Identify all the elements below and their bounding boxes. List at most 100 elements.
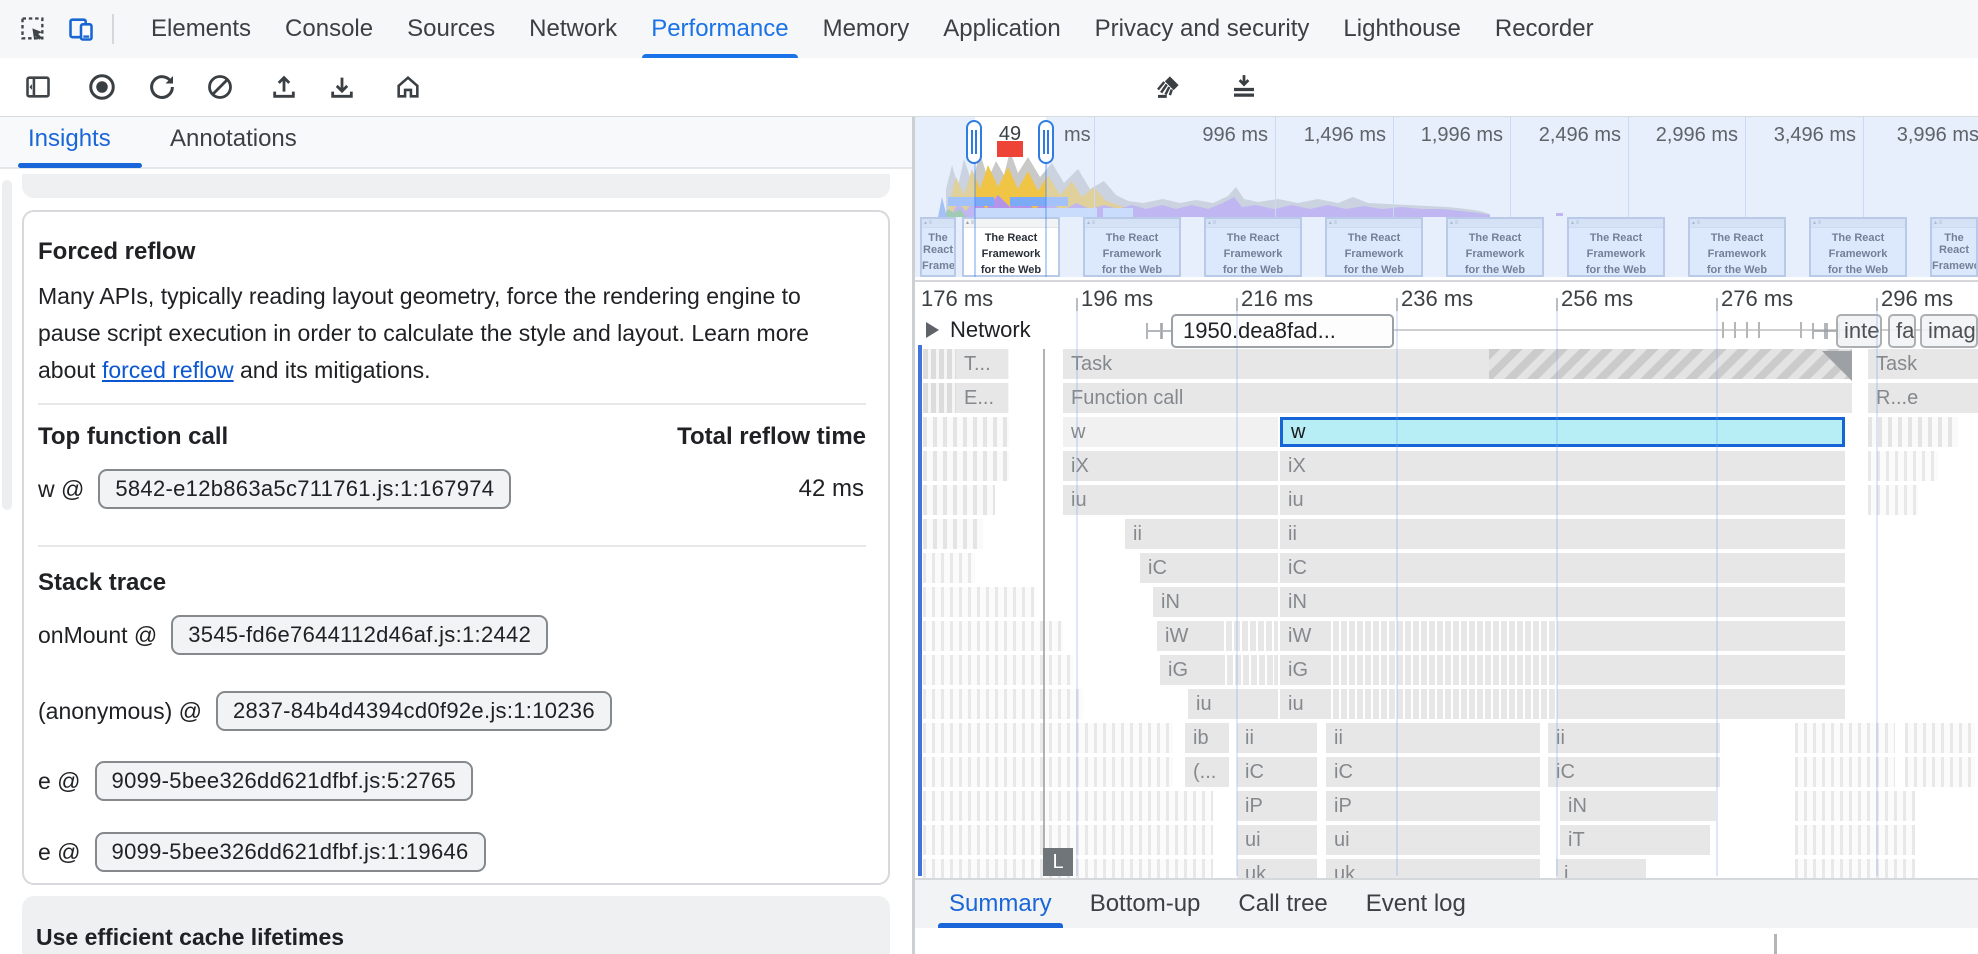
flame-entry[interactable]	[1795, 791, 1915, 821]
flame-entry-iX[interactable]: iX	[1280, 451, 1845, 481]
network-request-chip[interactable]: fa	[1888, 314, 1916, 348]
source-location-chip[interactable]: 3545-fd6e7644112d46af.js:1:2442	[171, 615, 548, 655]
source-location-chip[interactable]: 9099-5bee326dd621dfbf.js:5:2765	[95, 761, 474, 801]
flame-entry-iC[interactable]: iC	[1140, 553, 1278, 583]
download-profile-icon[interactable]	[326, 71, 358, 103]
flame-entry-iN[interactable]: iN	[1560, 791, 1716, 821]
flame-entry-iN[interactable]: iN	[1280, 587, 1845, 617]
flame-entry-T[interactable]: T...	[956, 349, 1008, 379]
network-request-chip[interactable]: 1950.dea8fad...	[1171, 314, 1394, 348]
flame-entry-w[interactable]: w	[1063, 417, 1278, 447]
flame-entry[interactable]	[923, 757, 1173, 787]
bottom-tab-summary[interactable]: Summary	[930, 880, 1071, 928]
filmstrip-thumbnail[interactable]: ▴ ≡The ReactFrameworkfor the Web	[1809, 217, 1907, 277]
tab-annotations[interactable]: Annotations	[170, 125, 297, 153]
flame-entry-iN[interactable]: iN	[1153, 587, 1278, 617]
flame-entry-iW[interactable]: iW	[1157, 621, 1278, 651]
network-request-chip[interactable]: image	[1920, 314, 1978, 348]
flame-entry-iu[interactable]: iu	[1280, 689, 1845, 719]
selection-handle-right[interactable]	[1038, 120, 1054, 164]
flame-entry-iP[interactable]: iP	[1237, 791, 1317, 821]
flame-entry-iG[interactable]: iG	[1160, 655, 1278, 685]
main-tab-memory[interactable]: Memory	[806, 0, 927, 58]
flame-entry-ii[interactable]: ii	[1280, 519, 1845, 549]
filmstrip-thumbnail[interactable]: ▴ ≡The ReactFrameworkfor the Web	[1930, 217, 1978, 277]
toggle-sidebar-button[interactable]	[22, 71, 54, 103]
flame-entry-iG[interactable]: iG	[1280, 655, 1845, 685]
flame-entry[interactable]	[923, 621, 1063, 651]
filmstrip-thumbnail[interactable]: ▴ ≡The ReactFrameworkfor the Web	[1688, 217, 1786, 277]
bottom-tab-calltree[interactable]: Call tree	[1219, 880, 1346, 928]
flame-entry-iC[interactable]: iC	[1237, 757, 1317, 787]
flame-entry-iC[interactable]: iC	[1548, 757, 1720, 787]
flame-entry-ui[interactable]: ui	[1237, 825, 1317, 855]
flame-entry[interactable]	[1795, 825, 1915, 855]
selection-handle-left[interactable]	[966, 120, 982, 164]
clear-button[interactable]	[204, 71, 236, 103]
flame-entry-iT[interactable]: iT	[1560, 825, 1710, 855]
flame-entry[interactable]	[1868, 417, 1958, 447]
flame-entry[interactable]	[923, 485, 995, 515]
flame-entry[interactable]	[1489, 349, 1852, 379]
filmstrip-thumbnail[interactable]: ▴ ≡The ReactFrameworkfor the Web	[1446, 217, 1544, 277]
flame-entry[interactable]	[923, 553, 975, 583]
scrollbar-nub[interactable]	[1774, 934, 1777, 954]
flame-entry-[interactable]: (...	[1185, 757, 1229, 787]
panel-divider[interactable]	[912, 117, 915, 954]
filmstrip-thumbnail[interactable]: ▴ ≡The ReactFrameworkfor the Web	[1325, 217, 1423, 277]
main-tab-sources[interactable]: Sources	[390, 0, 512, 58]
flame-entry-iu[interactable]: iu	[1063, 485, 1278, 515]
flame-entry-ii[interactable]: ii	[1326, 723, 1540, 753]
flame-entry-Re[interactable]: R...e	[1868, 383, 1978, 413]
main-tab-network[interactable]: Network	[512, 0, 634, 58]
flame-entry[interactable]	[923, 417, 1009, 447]
flame-entry[interactable]	[1905, 723, 1975, 753]
layout-badge[interactable]: L	[1043, 848, 1073, 876]
device-toolbar-icon[interactable]	[66, 14, 96, 44]
main-tab-performance[interactable]: Performance	[634, 0, 805, 58]
network-track-label[interactable]: Network	[950, 317, 1031, 343]
inspect-icon[interactable]	[18, 14, 48, 44]
main-tab-elements[interactable]: Elements	[134, 0, 268, 58]
flame-entry-iX[interactable]: iX	[1063, 451, 1278, 481]
source-location-chip[interactable]: 2837-84b4d4394cd0f92e.js:1:10236	[216, 691, 612, 731]
filmstrip-thumbnail[interactable]: ▴ ≡The ReactFrameworkfor the Web	[1083, 217, 1181, 277]
flame-entry[interactable]	[923, 689, 1083, 719]
flame-entry-ii[interactable]: ii	[1125, 519, 1278, 549]
flame-entry[interactable]	[923, 451, 1009, 481]
flame-entry-w[interactable]: w	[1280, 417, 1845, 447]
flame-entry-iC[interactable]: iC	[1280, 553, 1845, 583]
flame-entry-iC[interactable]: iC	[1326, 757, 1540, 787]
filmstrip-thumbnail[interactable]: ▴ ≡The ReactFrameworkfor the Web	[1204, 217, 1302, 277]
flame-entry-iu[interactable]: iu	[1188, 689, 1278, 719]
bottom-tab-eventlog[interactable]: Event log	[1347, 880, 1485, 928]
source-location-chip[interactable]: 5842-e12b863a5c711761.js:1:167974	[98, 469, 511, 509]
flame-entry-iP[interactable]: iP	[1326, 791, 1540, 821]
flame-entry[interactable]	[923, 587, 1035, 617]
tab-insights[interactable]: Insights	[28, 125, 111, 153]
flame-entry-ii[interactable]: ii	[1548, 723, 1720, 753]
collapse-icon[interactable]	[1228, 71, 1260, 103]
flame-entry[interactable]	[1795, 723, 1895, 753]
network-disclosure-triangle[interactable]	[926, 322, 939, 338]
gc-brush-icon[interactable]	[1152, 71, 1184, 103]
filmstrip-thumbnail[interactable]: ▴ ≡The ReactFrameworkfor the Web	[1567, 217, 1665, 277]
main-tab-console[interactable]: Console	[268, 0, 390, 58]
bottom-tab-bottomup[interactable]: Bottom-up	[1071, 880, 1220, 928]
flame-entry-ui[interactable]: ui	[1326, 825, 1540, 855]
flame-entry[interactable]	[1795, 757, 1895, 787]
upload-profile-icon[interactable]	[268, 71, 300, 103]
previous-insight-card-edge[interactable]	[22, 174, 890, 198]
main-tab-application[interactable]: Application	[926, 0, 1077, 58]
main-tab-recorder[interactable]: Recorder	[1478, 0, 1611, 58]
flame-entry-Functioncall[interactable]: Function call	[1063, 383, 1852, 413]
flame-entry-Task[interactable]: Task	[1868, 349, 1978, 379]
flame-entry-ib[interactable]: ib	[1185, 723, 1229, 753]
live-metrics-home-icon[interactable]	[392, 71, 424, 103]
record-reload-button[interactable]	[146, 71, 178, 103]
flame-entry-E[interactable]: E...	[956, 383, 1008, 413]
flame-entry[interactable]	[923, 519, 983, 549]
sidebar-scrollbar[interactable]	[2, 180, 12, 510]
flame-entry-ii[interactable]: ii	[1237, 723, 1317, 753]
flame-entry[interactable]	[923, 655, 1073, 685]
